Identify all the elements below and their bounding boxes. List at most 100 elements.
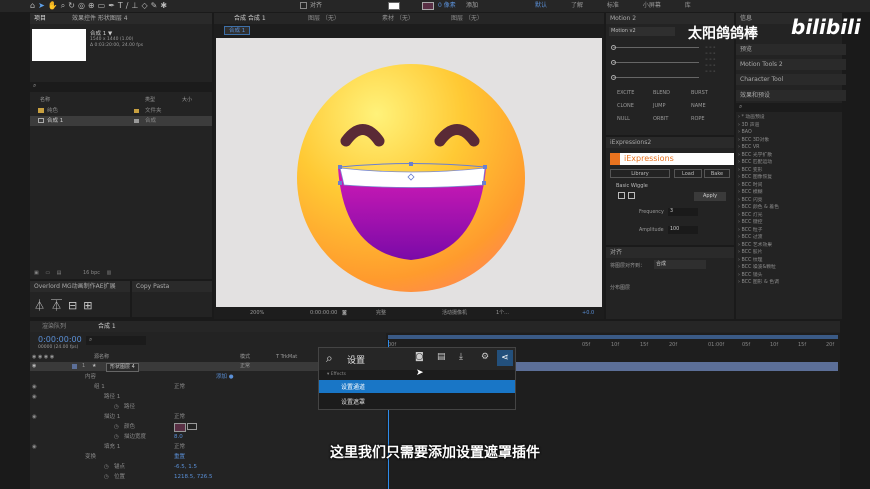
property-row[interactable]: ◷ 位置 1218.5, 726.5 [30,472,320,482]
popup-search-bar[interactable]: ⌕ 设置 ◙ ▤ ⤓ ⚙ ⋖ [319,348,515,370]
comp-crumb[interactable]: 合成 1 [224,26,251,35]
quality-value[interactable]: 完整 [376,307,386,319]
camera-value[interactable]: 活动摄像机 [442,307,467,319]
clone-button[interactable]: CLONE [617,103,634,109]
effects-filter-icon[interactable]: ⋖ [497,350,513,366]
iexpressions-header[interactable]: iExpressions2 [606,137,734,148]
views-value[interactable]: 1个... [496,307,509,319]
size-column[interactable]: 大小 [182,96,192,105]
property-row[interactable]: 内容 添加 ● [30,372,320,382]
workspace-tab[interactable]: 了解 [571,2,583,9]
timeline-timecode[interactable]: 0:00:00:00 [38,335,82,344]
property-extra[interactable]: 添加 ● [216,372,234,382]
copy-pasta-header[interactable]: Copy Pasta [132,281,212,292]
camera-icon[interactable]: ◙ [415,352,424,362]
load-tab[interactable]: Load [674,169,702,178]
hand-tool-icon[interactable]: ✋ [48,1,61,10]
effect-category[interactable]: › BCC 匹配运动 [738,159,842,167]
camera-tool-icon[interactable]: ◎ [78,1,88,10]
effect-category[interactable]: › * 动画预设 [738,114,842,122]
orbit-button[interactable]: ORBIT [653,116,668,122]
effect-category[interactable]: › BCC 噪波&颗粒 [738,264,842,272]
viewer-tab-layer2[interactable]: 图层 （无） [451,13,483,24]
new-folder-icon[interactable]: ▭ [45,270,50,276]
delete-preset-icon[interactable] [628,192,635,199]
visibility-icon[interactable]: ◉ [32,362,36,371]
download-icon[interactable]: ⤓ [459,352,463,362]
project-item[interactable]: 纯色 文件夹 [30,106,212,116]
motion-slider-knob[interactable] [611,45,616,50]
comp-timeline-tab[interactable]: 合成 1 [98,321,116,332]
mode-column[interactable]: 模式 [240,353,250,362]
stopwatch-icon[interactable]: ◷ [104,462,109,472]
property-row[interactable]: ◷ 锚点 -6.5, 1.5 [30,462,320,472]
project-tab[interactable]: 项目 [34,15,46,22]
project-item[interactable]: 合成 1 合成 [30,116,212,126]
layers-icon[interactable]: ▤ [437,352,446,362]
effect-category[interactable]: › BCC 镜头 [738,272,842,280]
stopwatch-icon[interactable]: ◷ [114,402,119,412]
effect-category[interactable]: › BCC 时间 [738,182,842,190]
eyedropper-icon[interactable] [187,423,197,430]
property-row[interactable]: ◉ 路径 1 [30,392,320,402]
composition-canvas[interactable] [216,38,602,307]
popup-search-query[interactable]: 设置 [347,353,365,366]
amplitude-input[interactable]: 100 [668,226,698,234]
puppet-pin-icon[interactable]: ✱ [160,1,170,10]
split-icon[interactable]: ⊟ [68,299,83,312]
preview-header[interactable]: 预览 [736,44,846,55]
effect-category[interactable]: › BCC 键控 [738,219,842,227]
align-header[interactable]: 对齐 [606,247,734,258]
snapshot-icon[interactable]: ◙ [342,307,347,319]
workspace-tab[interactable]: 标准 [607,2,619,9]
rope-button[interactable]: ROPE [691,116,705,122]
timeline-search[interactable]: ⌕ [86,336,146,345]
align-to-select[interactable]: 合成 [654,260,706,269]
popup-result[interactable]: 设置遮罩 [319,395,515,408]
stroke-swatch[interactable] [422,2,434,10]
property-row[interactable]: ◷ 颜色 [30,422,320,432]
property-row[interactable]: ◉ 描边 1 正常 [30,412,320,422]
library-tab[interactable]: Library [610,169,670,178]
motion-slider-knob[interactable] [611,75,616,80]
push-shapes-icon[interactable]: ⏃ [34,299,51,312]
property-row[interactable]: ◷ 描边宽度 8.0 [30,432,320,442]
motion-tools-header[interactable]: Motion Tools 2 [736,59,846,70]
interpret-footage-icon[interactable]: ▣ [34,270,39,276]
pixel-value[interactable]: 0 像素 [438,0,456,12]
effect-controls-tab[interactable]: 效果控件 形状图层 4 [72,15,128,22]
blend-button[interactable]: BLEND [653,90,670,96]
burst-button[interactable]: BURST [691,90,708,96]
effect-category[interactable]: › BCC 3D对象 [738,137,842,145]
clone-stamp-icon[interactable]: ⊥ [131,1,141,10]
render-queue-tab[interactable]: 渲染队列 [42,321,66,332]
stopwatch-icon[interactable]: ◷ [104,472,109,482]
viewer-tab-footage[interactable]: 素材 （无） [382,13,414,24]
workspace-tab[interactable]: 小屏幕 [643,2,661,9]
property-value[interactable]: 正常 [174,412,185,422]
rotate-tool-icon[interactable]: ↻ [68,1,78,10]
gear-icon[interactable]: ⚙ [481,352,489,362]
property-row[interactable]: ◉ 组 1 正常 [30,382,320,392]
export-icon[interactable]: ⊞ [83,299,98,312]
motion-slider-knob[interactable] [611,60,616,65]
eye-icon[interactable]: ◉ [32,392,37,402]
pen-tool-icon[interactable]: ✒ [108,1,118,10]
roto-brush-icon[interactable]: ✎ [151,1,161,10]
stopwatch-icon[interactable]: ◷ [114,422,119,432]
add-label[interactable]: 添加 [466,0,478,12]
text-tool-icon[interactable]: T [118,1,126,10]
effect-category[interactable]: › BAO [738,129,842,137]
new-comp-icon[interactable]: ▤ [57,270,62,276]
align-checkbox[interactable] [300,2,307,9]
bpc-label[interactable]: 16 bpc [83,270,100,276]
overlord-header[interactable]: Overlord MG动画制作AE扩展 [30,281,130,292]
preset-icon[interactable] [618,192,625,199]
motion-slider[interactable] [613,47,699,48]
effect-category[interactable]: › BCC 颜色 & 着色 [738,204,842,212]
effect-category[interactable]: › BCC 粒子 [738,227,842,235]
excite-button[interactable]: EXCITE [617,90,634,96]
name-button[interactable]: NAME [691,103,706,109]
jump-button[interactable]: JUMP [653,103,665,109]
popup-result-selected[interactable]: 设置通道 [319,380,515,393]
